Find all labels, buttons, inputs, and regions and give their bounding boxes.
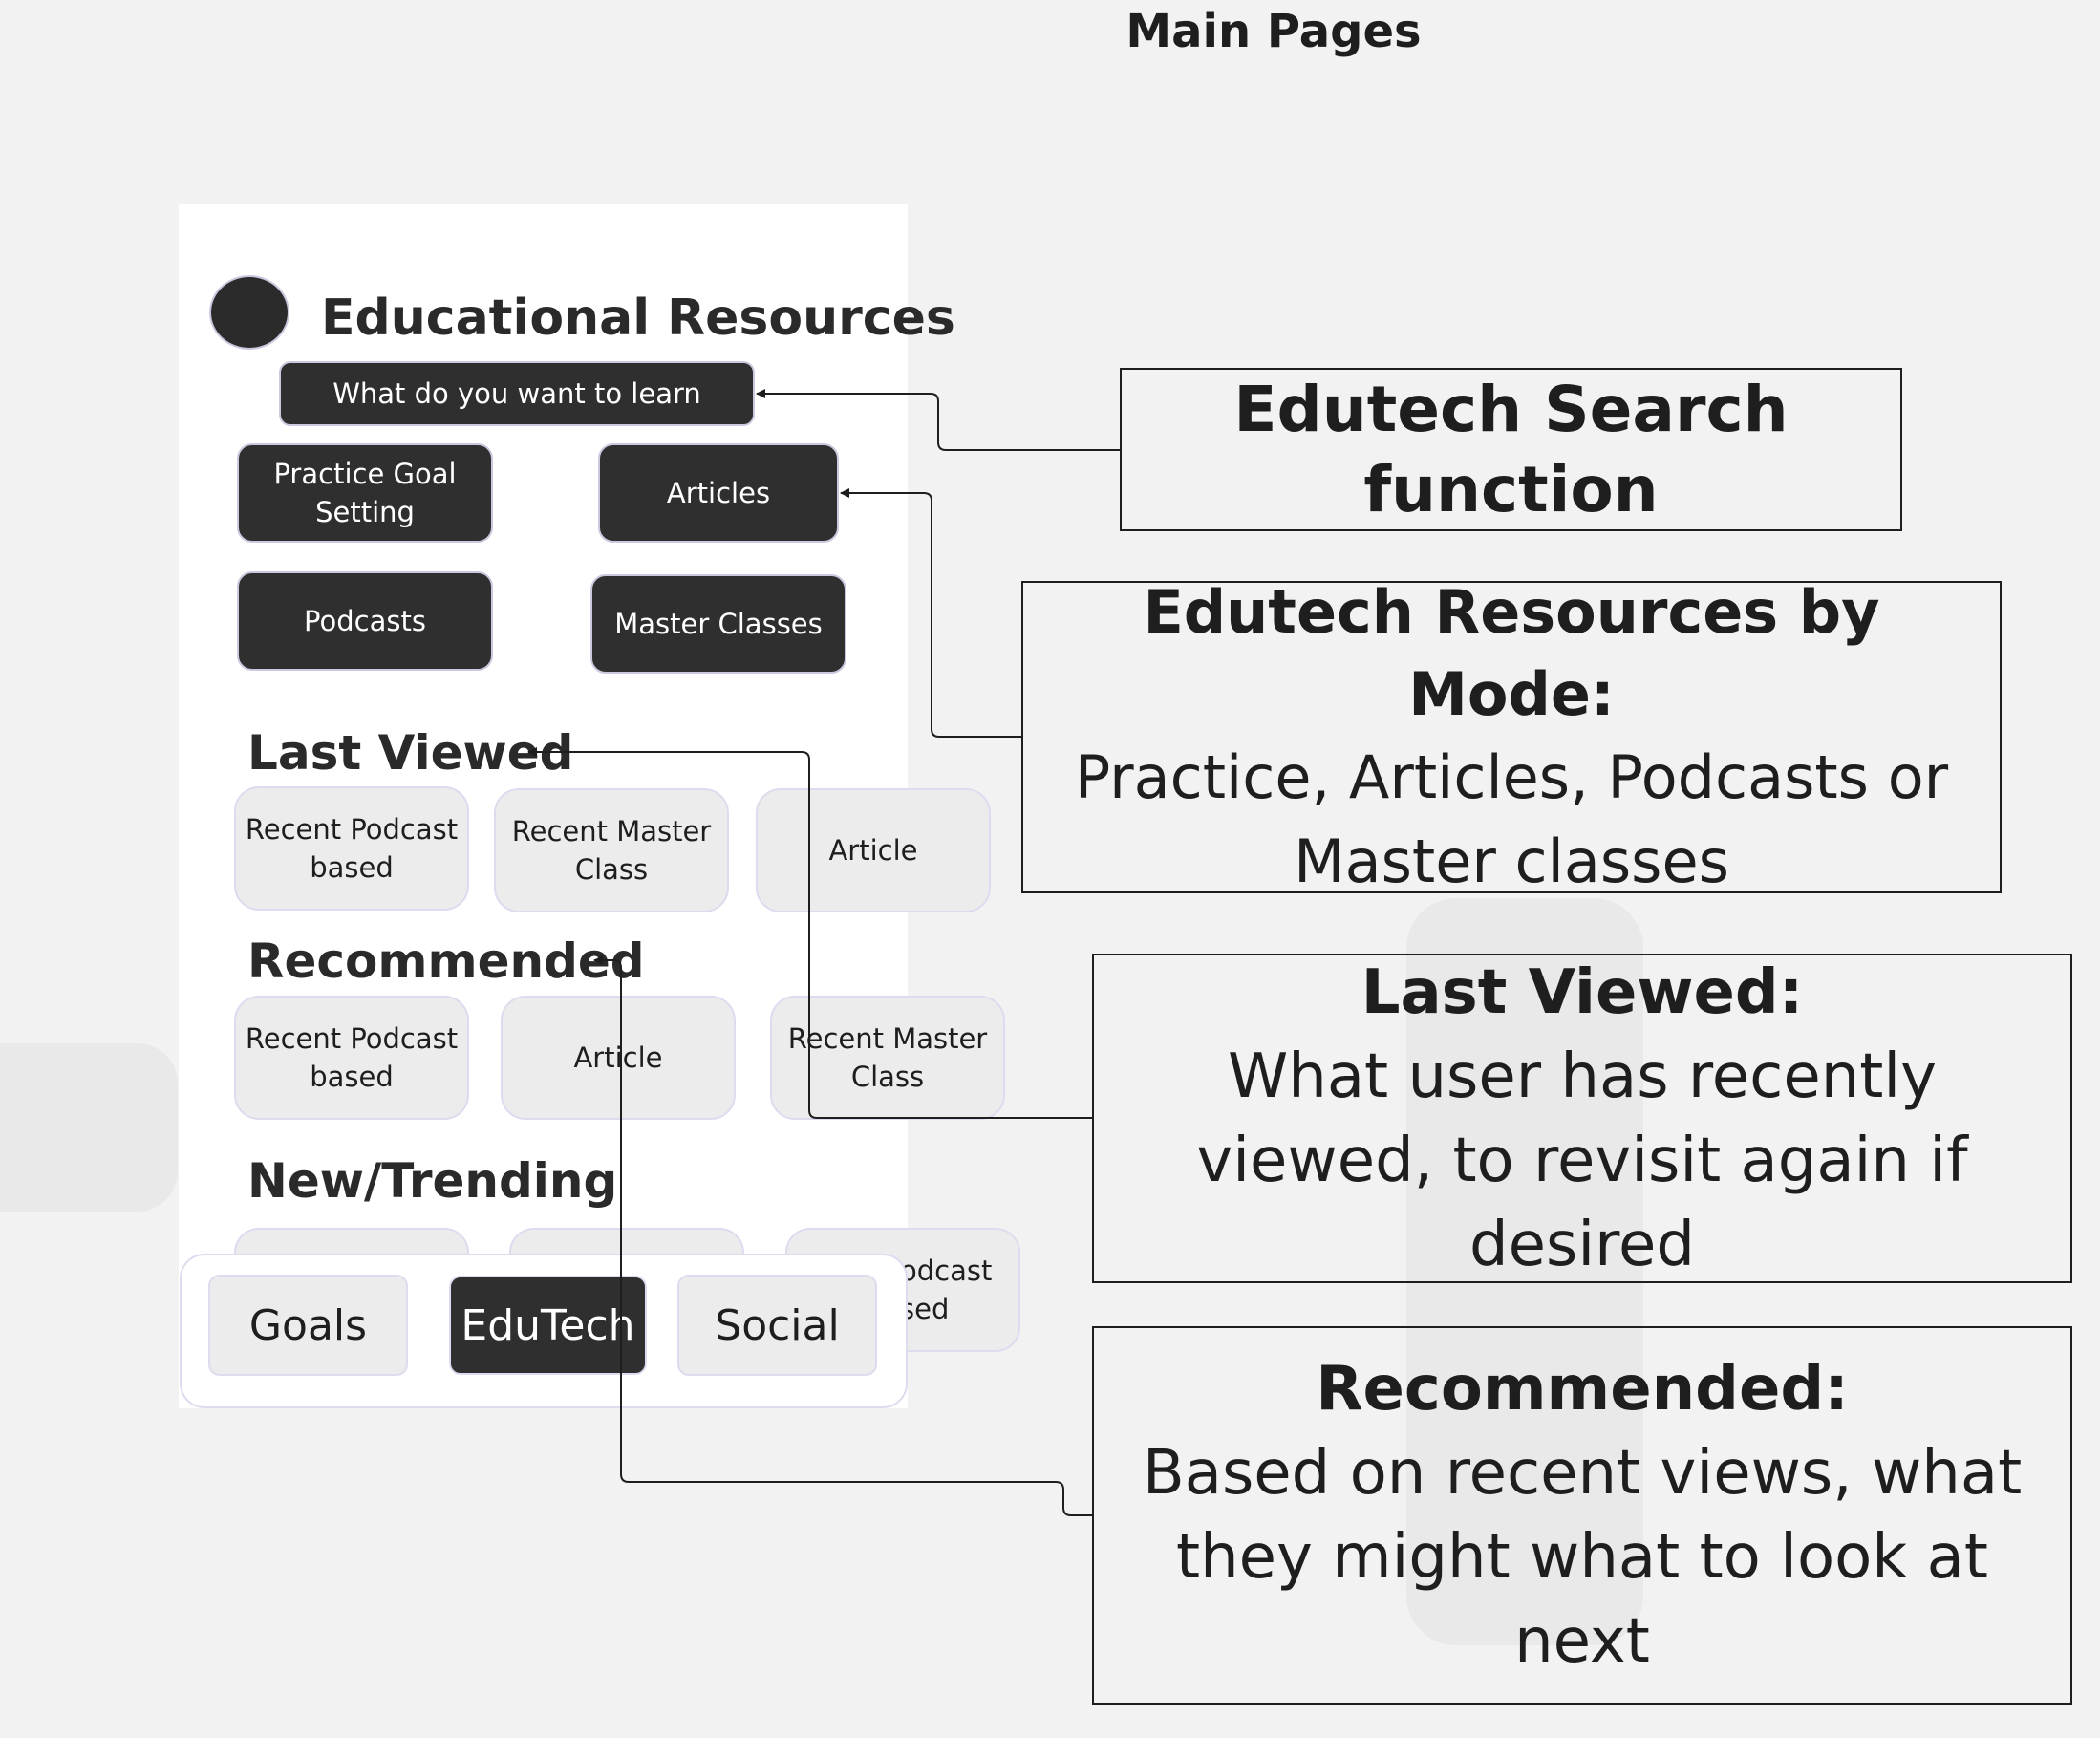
- connector-layer: [527, 389, 1120, 1516]
- connector-recommended: [593, 955, 1092, 1516]
- connector-modes: [840, 488, 1021, 738]
- connector-search: [756, 389, 1120, 451]
- connector-last-viewed: [527, 747, 1092, 1119]
